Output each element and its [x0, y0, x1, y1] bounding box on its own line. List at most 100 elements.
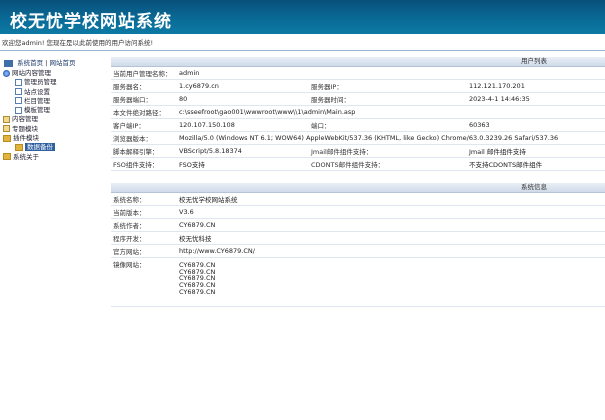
tree-item-data-backup[interactable]: 数据备份 [3, 143, 57, 152]
tree-item-label: 网站内容管理 [12, 69, 51, 77]
row-label: 系统作者： [111, 218, 177, 232]
doc-icon [15, 88, 22, 96]
row-label: 浏览器版本： [111, 131, 177, 145]
tree-item-column-manage[interactable]: 栏目管理 [3, 97, 57, 106]
row-value: 校无忧科技 [177, 231, 605, 245]
tree-item-label: 插件模块 [13, 134, 39, 143]
row-value: V3.6 [177, 205, 605, 219]
tree-item-label: 站点设置 [24, 87, 50, 96]
tree-item-site-settings[interactable]: 站点设置 [3, 88, 57, 97]
row-value: 120.107.150.108 [177, 118, 309, 132]
folder-icon [3, 153, 11, 161]
row-label: 系统名称： [111, 193, 177, 206]
row-value: 校无忧学校网站系统 [177, 193, 605, 206]
row-value: 不支持CDONTS邮件组件 [467, 157, 605, 171]
row-label: 客户端IP： [111, 118, 177, 132]
row-value: 112.121.170.201 [467, 79, 605, 93]
home-icon [4, 59, 13, 67]
tree-item-plugin-module[interactable]: 插件模块 [3, 134, 57, 143]
official-site-link[interactable]: http://www.CY6879.CN/ [177, 244, 605, 258]
doc-icon [15, 106, 22, 114]
row-label: FSO组件支持： [111, 157, 177, 171]
table-row: 程序开发： 校无忧科技 [111, 231, 605, 245]
table-row: 本文件绝对路径： c:\sseefroot\gao001\wwwroot\www… [111, 105, 605, 119]
sidebar: 系统首页 | 网站首页 网站内容管理 管理员管理 站点设置 栏目管理 模板管理 … [0, 51, 96, 420]
row-value: FSO支持 [177, 157, 309, 171]
welcome-bar: 欢迎您admin! 您现在是以此前使用的用户访问系统! [2, 39, 154, 47]
table-row: 客户端IP： 120.107.150.108 端口： 60363 [111, 118, 605, 132]
app-title: 校无忧学校网站系统 [10, 12, 172, 32]
row-value: Jmail 邮件组件支持 [467, 144, 605, 158]
tree-item-label-selected: 数据备份 [25, 143, 55, 152]
row-value: 2023-4-1 14:46:35 [467, 92, 605, 106]
site-home-link[interactable]: 网站首页 [49, 59, 75, 67]
tree-item-label: 专题模块 [12, 124, 38, 133]
table-row: 镜像网站： CY6879.CN CY6879.CN CY6879.CN CY68… [111, 257, 605, 307]
row-label: 端口： [309, 118, 467, 132]
row-label: 当前版本： [111, 205, 177, 219]
user-section-header: 用户列表 [111, 57, 605, 67]
row-label: CDONTS邮件组件支持： [309, 157, 467, 171]
row-label: 脚本解释引擎： [111, 144, 177, 158]
row-label: 服务器IP： [309, 79, 467, 93]
tree-item-content-manage[interactable]: 内容管理 [3, 115, 57, 124]
mirror-item[interactable]: CY6879.CN [179, 268, 603, 276]
tree-item-system-about[interactable]: 系统关于 [3, 153, 57, 162]
tree-item-label: 系统关于 [13, 152, 39, 161]
tree-item-label: 内容管理 [12, 115, 38, 124]
system-info-table: 系统名称： 校无忧学校网站系统 当前版本： V3.6 系统作者： CY6879.… [111, 193, 605, 307]
row-label: 服务器名： [111, 79, 177, 93]
table-row: 服务器端口： 80 服务器时间： 2023-4-1 14:46:35 [111, 92, 605, 106]
row-label: 本文件绝对路径： [111, 105, 177, 119]
row-label: 官方网站： [111, 244, 177, 258]
row-label: 镜像网站： [111, 257, 177, 307]
sidebar-tree: 网站内容管理 管理员管理 站点设置 栏目管理 模板管理 内容管理 专题模块 插件… [3, 69, 57, 162]
plus-icon [3, 125, 10, 133]
tree-item-label: 模板管理 [24, 106, 50, 115]
row-label: 程序开发： [111, 231, 177, 245]
sys-section-header: 系统信息 [111, 183, 605, 193]
table-row: 系统名称： 校无忧学校网站系统 [111, 193, 605, 206]
row-value: c:\sseefroot\gao001\wwwroot\www\\1\admin… [177, 105, 605, 119]
mirror-item[interactable]: CY6879.CN [179, 275, 603, 282]
table-row: 浏览器版本： Mozilla/5.0 (Windows NT 6.1; WOW6… [111, 131, 605, 145]
table-row: 脚本解释引擎： VBScript/5.8.18374 Jmail邮件组件支持： … [111, 144, 605, 158]
main-content: 用户列表 当前用户管理名称： admin 服务器名： 1.cy6879.cn 服… [111, 57, 605, 307]
table-row: 当前用户管理名称： admin [111, 67, 605, 80]
user-info-table: 当前用户管理名称： admin 服务器名： 1.cy6879.cn 服务器IP：… [111, 67, 605, 171]
globe-icon [3, 69, 10, 77]
folder-icon [15, 143, 23, 151]
row-value: admin [177, 67, 605, 80]
mirror-list: CY6879.CN CY6879.CN CY6879.CN CY6879.CN … [177, 257, 605, 307]
doc-icon [15, 78, 22, 86]
row-label: 服务器端口： [111, 92, 177, 106]
row-value: CY6879.CN [177, 218, 605, 232]
row-value: Mozilla/5.0 (Windows NT 6.1; WOW64) Appl… [177, 131, 605, 145]
sidebar-nav-links: 系统首页 | 网站首页 [4, 58, 75, 68]
table-row: 服务器名： 1.cy6879.cn 服务器IP： 112.121.170.201 [111, 79, 605, 93]
system-home-link[interactable]: 系统首页 [17, 59, 43, 67]
app-header: 校无忧学校网站系统 [0, 0, 605, 34]
table-row: 系统作者： CY6879.CN [111, 218, 605, 232]
table-row: 当前版本： V3.6 [111, 205, 605, 219]
row-label: 服务器时间： [309, 92, 467, 106]
row-value: 80 [177, 92, 309, 106]
folder-icon [3, 134, 11, 142]
table-row: 官方网站： http://www.CY6879.CN/ [111, 244, 605, 258]
row-label: 当前用户管理名称： [111, 67, 177, 80]
tree-item-label: 栏目管理 [24, 96, 50, 105]
table-row: FSO组件支持： FSO支持 CDONTS邮件组件支持： 不支持CDONTS邮件… [111, 157, 605, 171]
row-label: Jmail邮件组件支持： [309, 144, 467, 158]
row-value: 1.cy6879.cn [177, 79, 309, 93]
row-value: 60363 [467, 118, 605, 132]
plus-icon [3, 115, 10, 123]
mirror-item[interactable]: CY6879.CN [179, 262, 603, 269]
nav-separator: | [45, 59, 48, 67]
mirror-item[interactable]: CY6879.CN [179, 282, 603, 289]
tree-item-content-admin[interactable]: 网站内容管理 [3, 69, 57, 78]
tree-item-admin-manage[interactable]: 管理员管理 [3, 78, 57, 87]
row-value: VBScript/5.8.18374 [177, 144, 309, 158]
tree-item-topic-module[interactable]: 专题模块 [3, 125, 57, 134]
mirror-item[interactable]: CY6879.CN [179, 289, 603, 296]
